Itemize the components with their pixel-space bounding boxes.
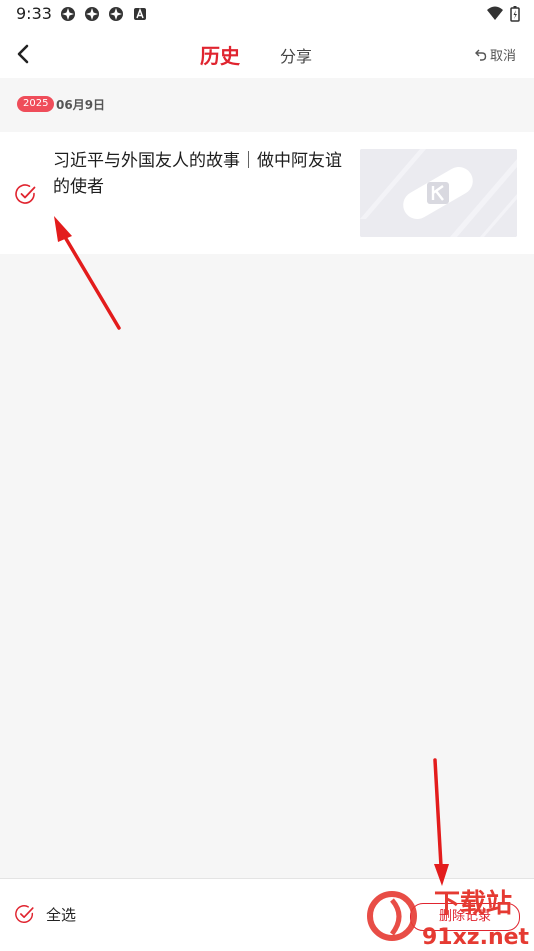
notification-app-icon (85, 7, 99, 21)
arrow-to-delete (433, 758, 449, 886)
status-time: 9:33 (16, 4, 52, 23)
wifi-icon (487, 6, 503, 20)
back-button[interactable] (10, 38, 38, 70)
item-thumbnail[interactable] (360, 149, 517, 237)
placeholder-logo-icon (360, 149, 517, 237)
date-group-header: 2025 06月9日 (0, 80, 534, 130)
tab-history[interactable]: 历史 (200, 40, 240, 69)
notification-app-icon (109, 7, 123, 21)
notification-app-icon (61, 7, 75, 21)
select-all-label: 全选 (46, 905, 77, 924)
a-badge-icon (134, 7, 146, 20)
cancel-button[interactable]: 取消 (474, 45, 516, 64)
history-item[interactable]: 习近平与外国友人的故事｜做中阿友谊的使者 (0, 132, 534, 254)
item-checkbox[interactable] (14, 182, 38, 206)
status-right (486, 6, 520, 22)
select-all-button[interactable]: 全选 (14, 903, 76, 925)
undo-icon (474, 49, 487, 61)
check-circle-icon (15, 184, 36, 204)
tab-share[interactable]: 分享 (280, 43, 312, 67)
delete-records-button[interactable]: 删除记录 (410, 903, 520, 931)
top-bar: 历史 分享 取消 (0, 30, 534, 78)
cancel-label: 取消 (489, 49, 516, 64)
battery-icon (510, 6, 520, 22)
chevron-left-icon (17, 44, 29, 64)
year-badge: 2025 (17, 96, 55, 112)
date-label: 06月9日 (56, 98, 106, 112)
notification-icons (60, 6, 148, 22)
status-bar: 9:33 (0, 0, 534, 30)
check-circle-icon (15, 905, 34, 923)
bottom-action-bar: 全选 删除记录 (0, 878, 534, 951)
item-title[interactable]: 习近平与外国友人的故事｜做中阿友谊的使者 (53, 148, 345, 200)
